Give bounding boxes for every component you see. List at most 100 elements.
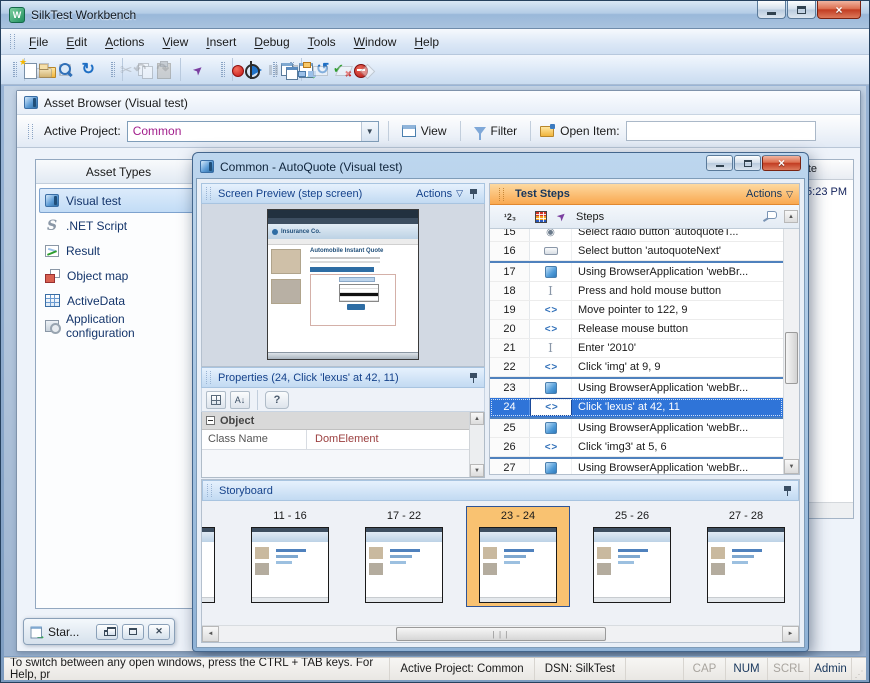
asset-types-list: Visual test.NET ScriptResultObject mapAc… bbox=[39, 188, 198, 338]
filter-button[interactable]: Filter bbox=[470, 122, 522, 140]
pin-icon[interactable] bbox=[469, 372, 478, 383]
scrollbar-thumb[interactable] bbox=[785, 332, 798, 384]
scroll-down-icon[interactable]: ▼ bbox=[470, 464, 484, 477]
test-step-row[interactable]: 27Using BrowserApplication 'webBr... bbox=[490, 457, 783, 474]
step-icon-cell bbox=[530, 282, 572, 300]
find-button[interactable] bbox=[54, 58, 77, 81]
storyboard-thumbnail[interactable] bbox=[251, 527, 329, 603]
test-step-row[interactable]: 18Press and hold mouse button bbox=[490, 282, 783, 301]
minimize-button[interactable] bbox=[757, 1, 786, 19]
maximize-button[interactable] bbox=[122, 624, 144, 640]
menu-item-help[interactable]: Help bbox=[405, 32, 448, 52]
storyboard-frame[interactable]: 23 - 24 bbox=[466, 506, 570, 607]
maximize-button[interactable] bbox=[734, 155, 761, 171]
properties-vscrollbar[interactable]: ▲ ▼ bbox=[469, 412, 484, 477]
collapse-icon[interactable] bbox=[206, 416, 215, 425]
view-button[interactable]: View bbox=[398, 122, 451, 140]
minimize-button[interactable] bbox=[706, 155, 733, 171]
test-step-row[interactable]: 21Enter '2010' bbox=[490, 339, 783, 358]
storyboard-frame[interactable]: 25 - 26 bbox=[580, 506, 684, 607]
test-step-row[interactable]: 25Using BrowserApplication 'webBr... bbox=[490, 417, 783, 438]
test-step-row[interactable]: 26Click 'img3' at 5, 6 bbox=[490, 438, 783, 457]
storyboard-thumbnail[interactable] bbox=[593, 527, 671, 603]
test-step-row[interactable]: 19Move pointer to 122, 9 bbox=[490, 301, 783, 320]
asset-type-object-map[interactable]: Object map bbox=[39, 263, 198, 288]
storyboard-thumbnail[interactable] bbox=[365, 527, 443, 603]
steps-column-header[interactable]: Steps bbox=[572, 211, 757, 223]
test-steps-vscrollbar[interactable]: ▼ bbox=[783, 229, 799, 474]
chevron-down-icon[interactable] bbox=[361, 122, 378, 141]
maximize-button[interactable] bbox=[787, 1, 816, 19]
copy-window-button[interactable] bbox=[280, 58, 298, 81]
storyboard-frame[interactable]: 17 - 22 bbox=[352, 506, 456, 607]
screen-preview-actions-menu[interactable]: Actions bbox=[416, 188, 463, 200]
property-value[interactable]: DomElement bbox=[307, 430, 469, 449]
menu-item-debug[interactable]: Debug bbox=[245, 32, 298, 52]
menu-item-file[interactable]: File bbox=[20, 32, 57, 52]
menu-item-window[interactable]: Window bbox=[345, 32, 406, 52]
restore-button[interactable] bbox=[96, 624, 118, 640]
panel-grip bbox=[207, 484, 212, 497]
scroll-up-icon[interactable]: ▲ bbox=[784, 210, 798, 223]
redo-icon bbox=[155, 61, 173, 79]
asset-type-visual-test[interactable]: Visual test bbox=[39, 188, 198, 213]
test-step-row[interactable]: 24Click 'lexus' at 42, 11 bbox=[490, 398, 783, 417]
resize-grip[interactable]: ⋰ bbox=[852, 658, 866, 680]
test-step-row[interactable]: 17Using BrowserApplication 'webBr... bbox=[490, 261, 783, 282]
test-step-row[interactable]: 16Select button 'autoquoteNext' bbox=[490, 242, 783, 261]
pin-icon[interactable] bbox=[783, 485, 792, 496]
storyboard-hscrollbar[interactable]: ◄ ► bbox=[202, 625, 799, 642]
screen-preview-image[interactable]: Insurance Co. Automobile Instant Quote bbox=[267, 209, 419, 360]
storyboard-frame[interactable]: 11 - 16 bbox=[238, 506, 342, 607]
asset-type-app-config[interactable]: Application configuration bbox=[39, 313, 198, 338]
menu-item-actions[interactable]: Actions bbox=[96, 32, 153, 52]
asset-browser-titlebar: Asset Browser (Visual test) bbox=[17, 91, 860, 115]
identify-object-button[interactable] bbox=[239, 58, 262, 81]
menu-item-tools[interactable]: Tools bbox=[299, 32, 345, 52]
storyboard-frames: 11 - 1617 - 2223 - 2425 - 2627 - 28 bbox=[202, 501, 799, 625]
menu-item-view[interactable]: View bbox=[153, 32, 197, 52]
print-button bbox=[31, 58, 54, 81]
scroll-up-icon[interactable]: ▲ bbox=[470, 412, 484, 425]
active-project-value: Common bbox=[128, 124, 361, 138]
storyboard-frame[interactable]: 27 - 28 bbox=[694, 506, 798, 607]
sort-alphabetical-button[interactable]: A↓ bbox=[230, 391, 250, 409]
test-step-row[interactable]: 15Select radio button 'autoquoteT... bbox=[490, 229, 783, 242]
sync-button[interactable] bbox=[77, 58, 100, 81]
close-button[interactable]: × bbox=[817, 1, 861, 19]
test-steps-actions-menu[interactable]: Actions bbox=[746, 188, 793, 200]
menu-item-insert[interactable]: Insert bbox=[197, 32, 245, 52]
storyboard-thumbnail[interactable] bbox=[707, 527, 785, 603]
test-step-row[interactable]: 23Using BrowserApplication 'webBr... bbox=[490, 377, 783, 398]
property-row[interactable]: Class Name DomElement bbox=[202, 430, 469, 450]
storyboard-frame[interactable] bbox=[202, 506, 228, 607]
pin-icon[interactable] bbox=[469, 188, 478, 199]
step-icon-cell bbox=[530, 263, 572, 281]
scroll-left-icon[interactable]: ◄ bbox=[202, 626, 219, 642]
open-item-input[interactable] bbox=[626, 121, 816, 141]
test-step-row[interactable]: 22Click 'img' at 9, 9 bbox=[490, 358, 783, 377]
storyboard-thumbnail[interactable] bbox=[202, 527, 215, 603]
goto-step-button[interactable] bbox=[187, 58, 210, 81]
result-icon bbox=[45, 245, 59, 257]
scrollbar-thumb[interactable] bbox=[396, 627, 606, 641]
shape-parallelogram-icon bbox=[334, 61, 352, 79]
scroll-right-icon[interactable]: ► bbox=[782, 626, 799, 642]
asset-type-result[interactable]: Result bbox=[39, 238, 198, 263]
asset-type-active-data[interactable]: ActiveData bbox=[39, 288, 198, 313]
menu-item-edit[interactable]: Edit bbox=[57, 32, 96, 52]
property-category-row[interactable]: Object bbox=[202, 412, 484, 430]
asset-type-dotnet-script[interactable]: .NET Script bbox=[39, 213, 198, 238]
step-icon-cell bbox=[530, 459, 572, 474]
close-button[interactable]: ✕ bbox=[148, 624, 170, 640]
storyboard-thumbnail[interactable] bbox=[479, 527, 557, 603]
categorized-view-button[interactable] bbox=[206, 391, 226, 409]
close-button[interactable]: × bbox=[762, 155, 801, 171]
active-project-combobox[interactable]: Common bbox=[127, 121, 379, 142]
browser-step-icon bbox=[545, 382, 557, 394]
property-help-button[interactable]: ? bbox=[265, 391, 289, 409]
step-number: 25 bbox=[490, 419, 530, 437]
scroll-down-icon[interactable]: ▼ bbox=[784, 459, 799, 474]
test-steps-body: 15Select radio button 'autoquoteT...16Se… bbox=[490, 229, 799, 474]
test-step-row[interactable]: 20Release mouse button bbox=[490, 320, 783, 339]
